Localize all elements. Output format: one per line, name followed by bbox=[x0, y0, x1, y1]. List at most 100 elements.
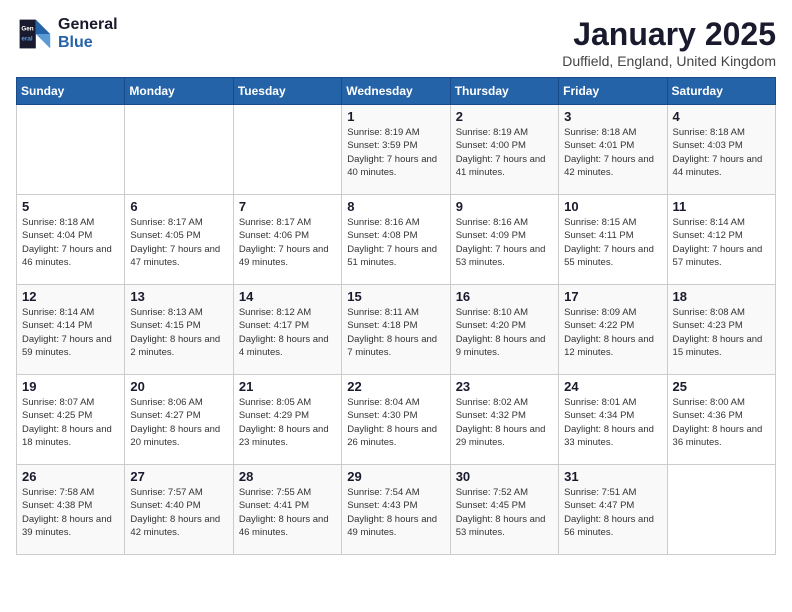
week-row-4: 19 Sunrise: 8:07 AMSunset: 4:25 PMDayligh… bbox=[17, 375, 776, 465]
day-cell-30: 30 Sunrise: 7:52 AMSunset: 4:45 PMDayligh… bbox=[450, 465, 558, 555]
column-header-friday: Friday bbox=[559, 78, 667, 105]
day-cell-31: 31 Sunrise: 7:51 AMSunset: 4:47 PMDayligh… bbox=[559, 465, 667, 555]
day-info: Sunrise: 8:08 AMSunset: 4:23 PMDaylight:… bbox=[673, 306, 770, 359]
column-header-wednesday: Wednesday bbox=[342, 78, 450, 105]
day-info: Sunrise: 8:09 AMSunset: 4:22 PMDaylight:… bbox=[564, 306, 661, 359]
day-cell-1: 1Sunrise: 8:19 AMSunset: 3:59 PMDaylight… bbox=[342, 105, 450, 195]
day-info: Sunrise: 8:18 AMSunset: 4:04 PMDaylight:… bbox=[22, 216, 119, 269]
day-number: 31 bbox=[564, 469, 661, 484]
day-number: 15 bbox=[347, 289, 444, 304]
day-number: 29 bbox=[347, 469, 444, 484]
day-number: 17 bbox=[564, 289, 661, 304]
day-number: 24 bbox=[564, 379, 661, 394]
day-number: 9 bbox=[456, 199, 553, 214]
day-cell-19: 19 Sunrise: 8:07 AMSunset: 4:25 PMDayligh… bbox=[17, 375, 125, 465]
day-number: 14 bbox=[239, 289, 336, 304]
day-info: Sunrise: 8:16 AMSunset: 4:09 PMDaylight:… bbox=[456, 216, 553, 269]
day-number: 3 bbox=[564, 109, 661, 124]
day-cell-17: 17 Sunrise: 8:09 AMSunset: 4:22 PMDayligh… bbox=[559, 285, 667, 375]
day-cell-13: 13Sunrise: 8:13 AMSunset: 4:15 PMDayligh… bbox=[125, 285, 233, 375]
day-info: Sunrise: 8:13 AMSunset: 4:15 PMDaylight:… bbox=[130, 306, 227, 359]
day-number: 7 bbox=[239, 199, 336, 214]
day-cell-27: 27 Sunrise: 7:57 AMSunset: 4:40 PMDayligh… bbox=[125, 465, 233, 555]
day-cell-10: 10Sunrise: 8:15 AMSunset: 4:11 PMDayligh… bbox=[559, 195, 667, 285]
day-info: Sunrise: 8:07 AMSunset: 4:25 PMDaylight:… bbox=[22, 396, 119, 449]
empty-cell bbox=[125, 105, 233, 195]
day-info: Sunrise: 8:19 AMSunset: 4:00 PMDaylight:… bbox=[456, 126, 553, 179]
column-header-monday: Monday bbox=[125, 78, 233, 105]
day-cell-28: 28Sunrise: 7:55 AMSunset: 4:41 PMDayligh… bbox=[233, 465, 341, 555]
day-cell-18: 18 Sunrise: 8:08 AMSunset: 4:23 PMDayligh… bbox=[667, 285, 775, 375]
day-cell-15: 15 Sunrise: 8:11 AMSunset: 4:18 PMDayligh… bbox=[342, 285, 450, 375]
day-number: 16 bbox=[456, 289, 553, 304]
svg-text:Gen: Gen bbox=[21, 25, 33, 32]
day-cell-21: 21 Sunrise: 8:05 AMSunset: 4:29 PMDayligh… bbox=[233, 375, 341, 465]
empty-cell bbox=[233, 105, 341, 195]
day-info: Sunrise: 8:05 AMSunset: 4:29 PMDaylight:… bbox=[239, 396, 336, 449]
day-info: Sunrise: 8:14 AMSunset: 4:12 PMDaylight:… bbox=[673, 216, 770, 269]
day-info: Sunrise: 8:01 AMSunset: 4:34 PMDaylight:… bbox=[564, 396, 661, 449]
day-cell-11: 11 Sunrise: 8:14 AMSunset: 4:12 PMDayligh… bbox=[667, 195, 775, 285]
day-info: Sunrise: 7:57 AMSunset: 4:40 PMDaylight:… bbox=[130, 486, 227, 539]
day-cell-29: 29 Sunrise: 7:54 AMSunset: 4:43 PMDayligh… bbox=[342, 465, 450, 555]
day-number: 1 bbox=[347, 109, 444, 124]
day-number: 23 bbox=[456, 379, 553, 394]
day-cell-16: 16Sunrise: 8:10 AMSunset: 4:20 PMDayligh… bbox=[450, 285, 558, 375]
day-number: 4 bbox=[673, 109, 770, 124]
day-info: Sunrise: 8:11 AMSunset: 4:18 PMDaylight:… bbox=[347, 306, 444, 359]
day-number: 5 bbox=[22, 199, 119, 214]
day-number: 20 bbox=[130, 379, 227, 394]
day-info: Sunrise: 8:04 AMSunset: 4:30 PMDaylight:… bbox=[347, 396, 444, 449]
day-cell-26: 26 Sunrise: 7:58 AMSunset: 4:38 PMDayligh… bbox=[17, 465, 125, 555]
day-number: 30 bbox=[456, 469, 553, 484]
day-info: Sunrise: 8:06 AMSunset: 4:27 PMDaylight:… bbox=[130, 396, 227, 449]
day-cell-7: 7 Sunrise: 8:17 AMSunset: 4:06 PMDaylight… bbox=[233, 195, 341, 285]
day-info: Sunrise: 8:12 AMSunset: 4:17 PMDaylight:… bbox=[239, 306, 336, 359]
day-cell-20: 20 Sunrise: 8:06 AMSunset: 4:27 PMDayligh… bbox=[125, 375, 233, 465]
day-number: 21 bbox=[239, 379, 336, 394]
day-cell-24: 24 Sunrise: 8:01 AMSunset: 4:34 PMDayligh… bbox=[559, 375, 667, 465]
day-number: 26 bbox=[22, 469, 119, 484]
day-number: 11 bbox=[673, 199, 770, 214]
calendar-header-row: SundayMondayTuesdayWednesdayThursdayFrid… bbox=[17, 78, 776, 105]
logo-text: General Blue bbox=[58, 16, 118, 52]
logo-icon: Gen eral bbox=[16, 16, 52, 52]
day-cell-4: 4 Sunrise: 8:18 AMSunset: 4:03 PMDaylight… bbox=[667, 105, 775, 195]
day-number: 25 bbox=[673, 379, 770, 394]
day-info: Sunrise: 8:16 AMSunset: 4:08 PMDaylight:… bbox=[347, 216, 444, 269]
calendar-table: SundayMondayTuesdayWednesdayThursdayFrid… bbox=[16, 77, 776, 555]
day-info: Sunrise: 8:02 AMSunset: 4:32 PMDaylight:… bbox=[456, 396, 553, 449]
empty-cell bbox=[667, 465, 775, 555]
week-row-5: 26 Sunrise: 7:58 AMSunset: 4:38 PMDayligh… bbox=[17, 465, 776, 555]
day-cell-9: 9 Sunrise: 8:16 AMSunset: 4:09 PMDaylight… bbox=[450, 195, 558, 285]
day-cell-23: 23 Sunrise: 8:02 AMSunset: 4:32 PMDayligh… bbox=[450, 375, 558, 465]
day-number: 10 bbox=[564, 199, 661, 214]
week-row-2: 5 Sunrise: 8:18 AMSunset: 4:04 PMDaylight… bbox=[17, 195, 776, 285]
day-number: 2 bbox=[456, 109, 553, 124]
week-row-1: 1Sunrise: 8:19 AMSunset: 3:59 PMDaylight… bbox=[17, 105, 776, 195]
day-number: 19 bbox=[22, 379, 119, 394]
day-number: 12 bbox=[22, 289, 119, 304]
day-info: Sunrise: 8:18 AMSunset: 4:01 PMDaylight:… bbox=[564, 126, 661, 179]
day-number: 18 bbox=[673, 289, 770, 304]
day-number: 27 bbox=[130, 469, 227, 484]
day-info: Sunrise: 8:00 AMSunset: 4:36 PMDaylight:… bbox=[673, 396, 770, 449]
day-info: Sunrise: 8:14 AMSunset: 4:14 PMDaylight:… bbox=[22, 306, 119, 359]
day-info: Sunrise: 7:52 AMSunset: 4:45 PMDaylight:… bbox=[456, 486, 553, 539]
day-info: Sunrise: 8:18 AMSunset: 4:03 PMDaylight:… bbox=[673, 126, 770, 179]
day-info: Sunrise: 7:55 AMSunset: 4:41 PMDaylight:… bbox=[239, 486, 336, 539]
day-info: Sunrise: 7:54 AMSunset: 4:43 PMDaylight:… bbox=[347, 486, 444, 539]
day-cell-25: 25 Sunrise: 8:00 AMSunset: 4:36 PMDayligh… bbox=[667, 375, 775, 465]
empty-cell bbox=[17, 105, 125, 195]
column-header-tuesday: Tuesday bbox=[233, 78, 341, 105]
day-cell-14: 14 Sunrise: 8:12 AMSunset: 4:17 PMDayligh… bbox=[233, 285, 341, 375]
column-header-thursday: Thursday bbox=[450, 78, 558, 105]
day-info: Sunrise: 7:51 AMSunset: 4:47 PMDaylight:… bbox=[564, 486, 661, 539]
location: Duffield, England, United Kingdom bbox=[562, 53, 776, 69]
column-header-sunday: Sunday bbox=[17, 78, 125, 105]
day-number: 22 bbox=[347, 379, 444, 394]
day-info: Sunrise: 8:17 AMSunset: 4:05 PMDaylight:… bbox=[130, 216, 227, 269]
day-info: Sunrise: 8:17 AMSunset: 4:06 PMDaylight:… bbox=[239, 216, 336, 269]
day-cell-3: 3 Sunrise: 8:18 AMSunset: 4:01 PMDaylight… bbox=[559, 105, 667, 195]
day-info: Sunrise: 7:58 AMSunset: 4:38 PMDaylight:… bbox=[22, 486, 119, 539]
